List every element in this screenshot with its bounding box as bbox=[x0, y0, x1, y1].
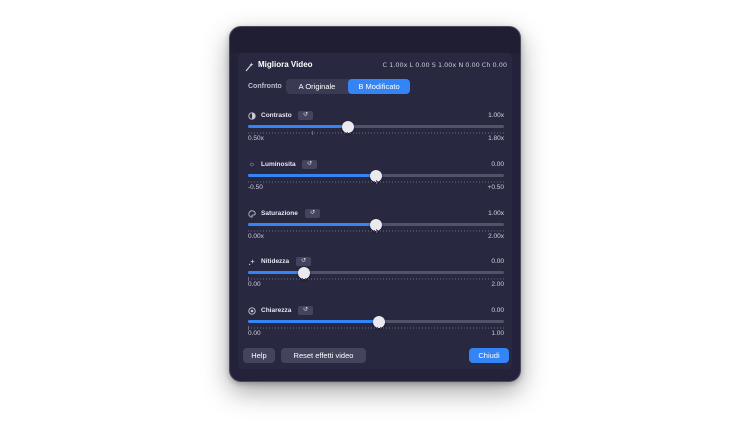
contrasto-slider[interactable] bbox=[248, 120, 504, 133]
sparkle-icon bbox=[248, 259, 255, 266]
slider-ticks bbox=[248, 326, 504, 330]
slider-row-nitidezza: Nitidezza ↺ 0.00 0.00 2.00 bbox=[248, 256, 504, 300]
window-title: Migliora Video bbox=[258, 60, 313, 69]
reset-contrasto-button[interactable]: ↺ bbox=[298, 111, 313, 120]
slider-ticks bbox=[248, 277, 504, 281]
compare-label: Confronto bbox=[248, 83, 282, 90]
reset-chiarezza-button[interactable]: ↺ bbox=[298, 306, 313, 315]
magic-wand-icon bbox=[245, 62, 254, 72]
slider-min: 0.50x bbox=[248, 135, 264, 142]
reset-saturazione-button[interactable]: ↺ bbox=[305, 209, 320, 218]
reset-nitidezza-button[interactable]: ↺ bbox=[296, 257, 311, 266]
slider-value: 0.00 bbox=[491, 307, 504, 314]
compare-option-original[interactable]: A Originale bbox=[286, 79, 348, 94]
slider-ticks bbox=[248, 229, 504, 233]
sun-icon: ☼ bbox=[248, 161, 256, 168]
slider-row-luminosita: ☼ Luminosita ↺ 0.00 -0.50 +0.50 bbox=[248, 159, 504, 203]
slider-max: 2.00 bbox=[491, 281, 504, 288]
slider-max: +0.50 bbox=[487, 184, 504, 191]
slider-label: Luminosita bbox=[261, 161, 296, 168]
slider-row-contrasto: Contrasto ↺ 1.00x 0.50x 1.80x bbox=[248, 110, 504, 154]
slider-min: 0.00 bbox=[248, 281, 261, 288]
compare-option-modified[interactable]: B Modificato bbox=[348, 79, 410, 94]
slider-value: 1.00x bbox=[488, 112, 504, 119]
video-enhance-window: Migliora Video C 1.00x L 0.00 S 1.00x N … bbox=[229, 26, 521, 382]
slider-value: 0.00 bbox=[491, 258, 504, 265]
compare-segmented-control: A Originale B Modificato bbox=[286, 79, 410, 94]
help-button[interactable]: Help bbox=[243, 348, 275, 363]
luminosita-slider[interactable] bbox=[248, 169, 504, 182]
chiarezza-slider[interactable] bbox=[248, 315, 504, 328]
adjustment-summary: C 1.00x L 0.00 S 1.00x N 0.00 Ch 0.00 bbox=[382, 61, 507, 69]
slider-fill bbox=[248, 174, 376, 177]
saturazione-slider[interactable] bbox=[248, 218, 504, 231]
slider-fill bbox=[248, 271, 305, 274]
slider-max: 1.00 bbox=[491, 330, 504, 337]
slider-fill bbox=[248, 223, 376, 226]
close-button[interactable]: Chiudi bbox=[469, 348, 509, 363]
aperture-icon bbox=[248, 307, 256, 315]
slider-label: Chiarezza bbox=[261, 307, 292, 314]
slider-thumb[interactable] bbox=[341, 120, 354, 133]
slider-thumb[interactable] bbox=[298, 266, 311, 279]
reset-luminosita-button[interactable]: ↺ bbox=[302, 160, 317, 169]
slider-max: 2.00x bbox=[488, 233, 504, 240]
slider-ticks bbox=[248, 131, 504, 135]
slider-ticks bbox=[248, 180, 504, 184]
slider-value: 0.00 bbox=[491, 161, 504, 168]
slider-row-saturazione: Saturazione ↺ 1.00x 0.00x 2.00x bbox=[248, 208, 504, 252]
slider-max: 1.80x bbox=[488, 135, 504, 142]
slider-label: Nitidezza bbox=[261, 258, 290, 265]
slider-min: 0.00 bbox=[248, 330, 261, 337]
slider-row-chiarezza: Chiarezza ↺ 0.00 0.00 1.00 bbox=[248, 305, 504, 349]
title-bar[interactable] bbox=[230, 27, 520, 53]
slider-label: Contrasto bbox=[261, 112, 292, 119]
contrast-icon bbox=[248, 112, 256, 120]
slider-thumb[interactable] bbox=[372, 315, 385, 328]
slider-label: Saturazione bbox=[261, 210, 298, 217]
slider-fill bbox=[248, 125, 348, 128]
slider-value: 1.00x bbox=[488, 210, 504, 217]
reset-effects-button[interactable]: Reset effetti video bbox=[281, 348, 366, 363]
palette-icon bbox=[248, 210, 256, 218]
slider-min: -0.50 bbox=[248, 184, 263, 191]
nitidezza-slider[interactable] bbox=[248, 266, 504, 279]
slider-min: 0.00x bbox=[248, 233, 264, 240]
slider-fill bbox=[248, 320, 379, 323]
